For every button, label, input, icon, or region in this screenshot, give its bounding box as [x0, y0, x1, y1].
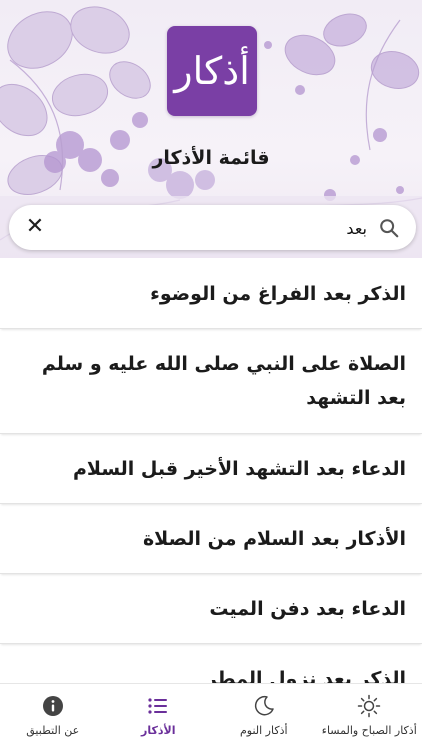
list-item-label: الدعاء بعد دفن الميت [209, 597, 406, 620]
sun-icon [358, 694, 381, 718]
list-item[interactable]: الذكر بعد الفراغ من الوضوء [0, 259, 422, 329]
nav-label: عن التطبيق [26, 724, 80, 737]
list-icon [148, 698, 168, 714]
search-icon[interactable] [378, 217, 400, 239]
list-item-label: الذكر بعد الفراغ من الوضوء [150, 282, 406, 305]
nav-label: أذكار الصباح والمساء [321, 724, 417, 737]
nav-label: أذكار النوم [239, 724, 288, 737]
list-item-label: الأذكار بعد السلام من الصلاة [142, 527, 406, 550]
clear-search-button[interactable]: ✕ [23, 215, 47, 239]
nav-item-adhkar[interactable]: الأذكار [106, 684, 212, 750]
list-item[interactable]: الصلاة على النبي صلى الله عليه و سلم بعد… [0, 329, 422, 434]
app-logo: أذكار [167, 26, 257, 116]
app-root: أذكار قائمة الأذكار ✕ الذكر بعد الفراغ م… [0, 0, 422, 750]
bottom-nav: أذكار الصباح والمساء أذكار النوم الأذكار [0, 683, 422, 750]
list-item-label: الدعاء بعد التشهد الأخير قبل السلام [72, 457, 406, 480]
search-bar: ✕ [9, 205, 416, 250]
list-item[interactable]: الدعاء بعد التشهد الأخير قبل السلام [0, 434, 422, 504]
results-list: الذكر بعد الفراغ من الوضوء الصلاة على ال… [0, 259, 422, 714]
list-item-label: الصلاة على النبي صلى الله عليه و سلم بعد… [41, 353, 406, 409]
nav-label: الأذكار [141, 724, 176, 737]
page-title: قائمة الأذكار [152, 147, 270, 169]
nav-item-morning-evening[interactable]: أذكار الصباح والمساء [317, 684, 422, 750]
moon-icon [254, 695, 274, 716]
nav-item-sleep[interactable]: أذكار النوم [211, 684, 317, 750]
list-item[interactable]: الأذكار بعد السلام من الصلاة [0, 504, 422, 574]
close-icon: ✕ [25, 214, 45, 239]
nav-item-about[interactable]: عن التطبيق [0, 684, 106, 750]
search-input[interactable] [57, 213, 367, 243]
list-item[interactable]: الدعاء بعد دفن الميت [0, 574, 422, 644]
logo-text: أذكار [174, 49, 250, 93]
info-icon [42, 696, 63, 716]
